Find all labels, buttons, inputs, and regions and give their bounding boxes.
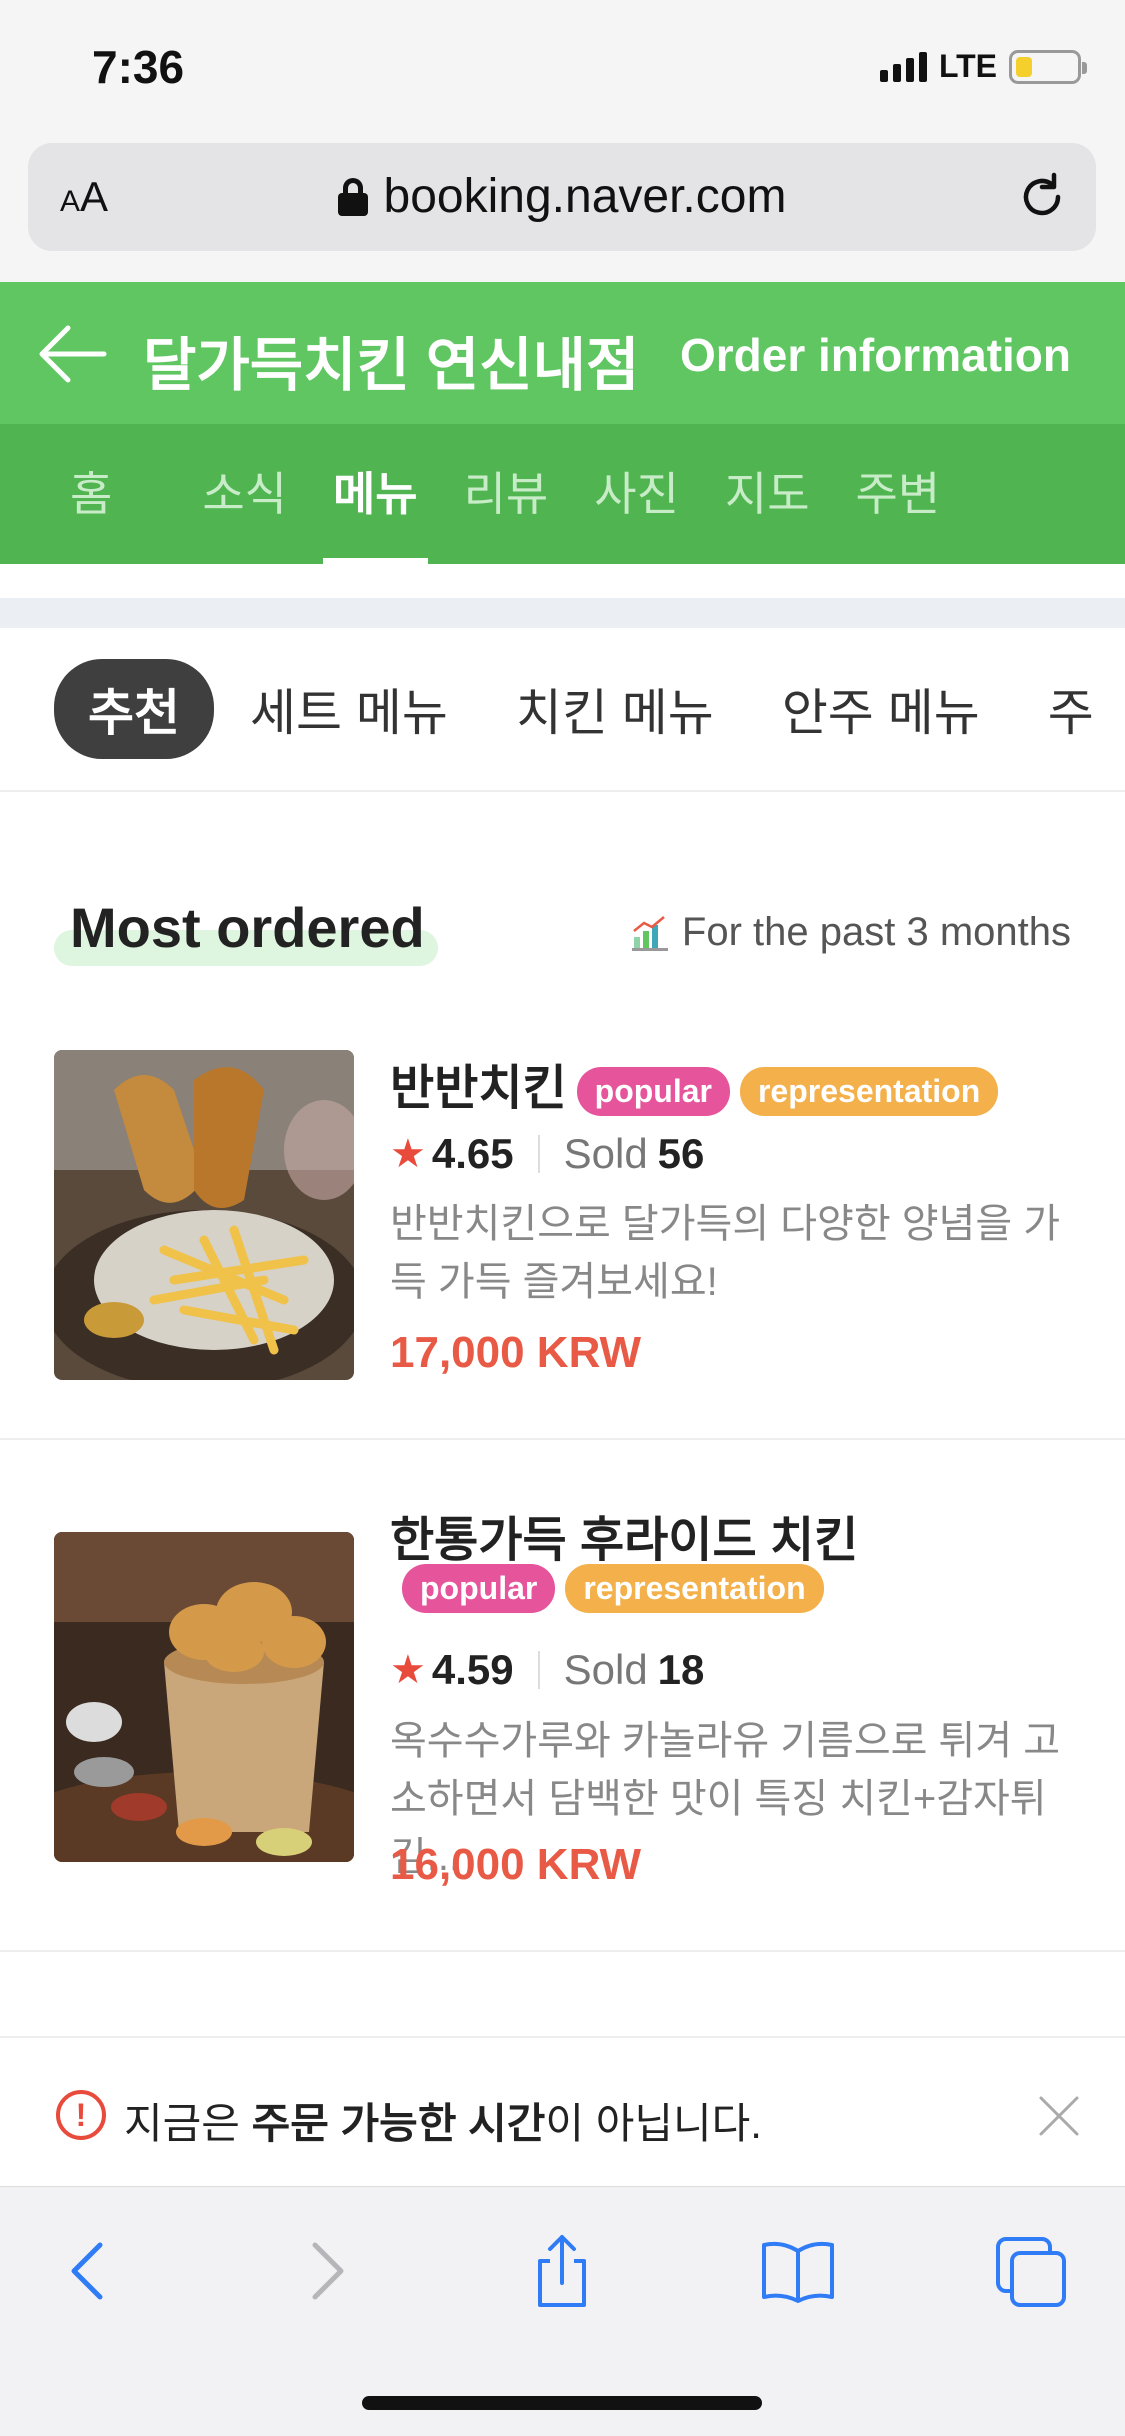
reload-icon[interactable] (1014, 169, 1070, 225)
menu-item-price: 16,000 KRW (390, 1840, 642, 1889)
tab-5[interactable]: 지도 (725, 424, 856, 564)
popular-badge: popular (402, 1564, 556, 1613)
chart-icon (631, 915, 668, 951)
menu-item-image[interactable] (54, 1050, 354, 1380)
store-tabs: 홈 소식 메뉴 리뷰 사진 지도 주변 (0, 424, 1125, 564)
tab-2[interactable]: 메뉴 (322, 424, 464, 564)
store-title: 달가득치킨 연신내점 (143, 333, 640, 398)
bookmarks-icon[interactable] (758, 2231, 838, 2311)
category-chip-0[interactable]: 추천 (54, 659, 214, 759)
period-label: For the past 3 months (631, 910, 1071, 955)
star-icon: ★ (390, 1132, 426, 1176)
menu-category-chips: 추천 세트 메뉴 치킨 메뉴 안주 메뉴 주 (0, 628, 1125, 792)
menu-item-description: 반반치킨으로 달가득의 다양한 양념을 가득 가득 즐겨보세요! (390, 1202, 1061, 1304)
tabs-icon[interactable] (992, 2231, 1072, 2311)
tab-0[interactable]: 홈 (0, 424, 202, 564)
browser-address-area: AA booking.naver.com (0, 140, 1125, 282)
rating-value: 4.59 (431, 1646, 514, 1693)
menu-item-image[interactable] (54, 1532, 354, 1862)
network-label: LTE (938, 48, 997, 84)
popular-badge: popular (576, 1066, 730, 1116)
star-icon: ★ (390, 1648, 426, 1692)
lock-icon (337, 177, 368, 216)
url-text: booking.naver.com (383, 170, 787, 223)
tab-1[interactable]: 소식 (202, 424, 333, 564)
back-arrow-icon[interactable] (38, 322, 108, 386)
order-unavailable-notice: ! 지금은 주문 가능한 시간이 아닙니다. (0, 2036, 1125, 2186)
category-chip-4[interactable]: 주 (1048, 673, 1094, 745)
tab-4[interactable]: 사진 (594, 424, 725, 564)
address-bar[interactable]: AA booking.naver.com (28, 143, 1096, 251)
sold-count: 18 (657, 1646, 705, 1693)
section-divider (0, 598, 1125, 628)
sold-label: Sold (563, 1130, 648, 1177)
menu-item-price: 17,000 KRW (390, 1328, 642, 1377)
representation-badge: representation (565, 1564, 824, 1613)
representation-badge: representation (739, 1066, 999, 1116)
status-bar: 7:36 LTE (0, 0, 1125, 140)
rating-value: 4.65 (431, 1130, 514, 1177)
badge-row: popular representation (390, 1564, 824, 1613)
order-information-link[interactable]: Order information (680, 328, 1071, 382)
forward-icon[interactable] (285, 2231, 365, 2311)
home-indicator (362, 2396, 762, 2410)
sold-count: 56 (657, 1130, 705, 1177)
alert-icon: ! (56, 2090, 106, 2140)
category-chip-2[interactable]: 치킨 메뉴 (516, 673, 714, 745)
tab-3[interactable]: 리뷰 (464, 424, 595, 564)
rating-row: ★ 4.59 Sold 18 (390, 1646, 704, 1694)
category-chip-1[interactable]: 세트 메뉴 (250, 673, 448, 745)
sold-label: Sold (563, 1646, 648, 1693)
category-chip-3[interactable]: 안주 메뉴 (782, 673, 980, 745)
status-indicators: LTE (879, 48, 1087, 85)
rating-row: ★ 4.65 Sold 56 (390, 1130, 704, 1178)
close-icon[interactable] (1037, 2094, 1081, 2138)
store-header: 달가득치킨 연신내점 Order information (0, 282, 1125, 424)
notice-text: 지금은 주문 가능한 시간이 아닙니다. (124, 2100, 762, 2147)
period-text: For the past 3 months (681, 910, 1071, 954)
section-title-text: Most ordered (70, 896, 425, 959)
back-icon[interactable] (50, 2231, 130, 2311)
signal-icon (879, 51, 927, 82)
tab-6[interactable]: 주변 (856, 424, 987, 564)
menu-item[interactable]: 반반치킨 popular representation ★ 4.65 Sold 56… (0, 1000, 1125, 1440)
menu-item-name[interactable]: 한통가득 후라이드 치킨 (390, 1500, 858, 1570)
status-time: 7:36 (92, 41, 185, 93)
section-title: Most ordered (54, 895, 438, 966)
url-display[interactable]: booking.naver.com (28, 169, 1096, 224)
menu-item-name[interactable]: 반반치킨 popular representation (390, 1048, 999, 1118)
battery-icon (1009, 49, 1087, 84)
share-icon[interactable] (522, 2231, 602, 2311)
menu-item[interactable]: 한통가득 후라이드 치킨 popular representation ★ 4.5… (0, 1440, 1125, 1952)
